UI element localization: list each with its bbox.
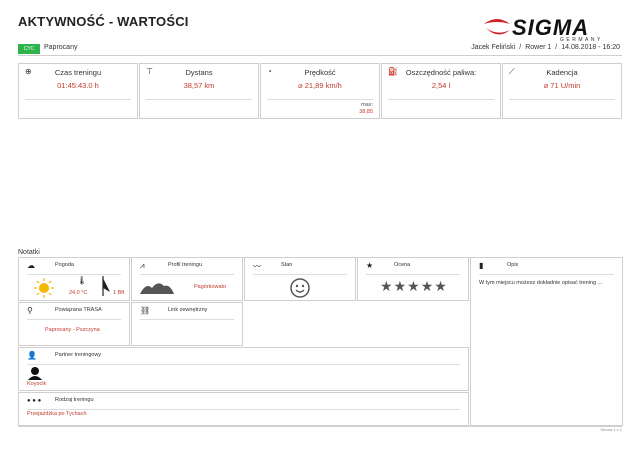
rating-star-icon: ★ — [380, 278, 394, 294]
logo-subtext: GERMANY — [560, 37, 603, 43]
rating-box: ★ Ocena ★★★★★ — [357, 257, 469, 301]
route-value[interactable]: Paprocany - Pszczyna — [45, 327, 100, 333]
page-title: AKTYWNOŚĆ - WARTOŚCI — [18, 14, 189, 29]
profile-box: ⩘ Profil treningu Pagórkowato — [131, 257, 243, 301]
training-type-value: Przejażdżka po Tychach — [27, 411, 87, 417]
dots-icon: ● ● ● — [27, 398, 42, 404]
document-icon: ▮ — [479, 261, 484, 270]
person-icon: 👤 — [27, 351, 37, 360]
speed-max-label: max: — [361, 102, 373, 108]
map-pin-icon: ⚲ — [27, 306, 33, 315]
activity-datetime: 14.08.2018 - 16:20 — [561, 44, 620, 51]
training-type-box: ● ● ● Rodzaj treningu Przejażdżka po Tyc… — [18, 392, 469, 426]
state-box: 〰 Stan — [244, 257, 356, 301]
temperature-value: 24,0 °C — [69, 290, 88, 296]
weather-box: ☁ Pogoda 🌡 24,0 °C 1 Bft — [18, 257, 130, 301]
profile-value: Pagórkowato — [194, 284, 227, 290]
wind-flag-icon — [102, 276, 110, 296]
partner-value[interactable]: Koyocik — [27, 381, 46, 387]
user-name: Jacek Feliński — [471, 44, 516, 51]
activity-meta: Jacek Feliński / Rower 1/14.08.2018 - 16:2… — [471, 44, 620, 51]
footer-divider — [18, 426, 622, 427]
cloud-icon: ☁ — [27, 261, 35, 270]
stat-cadence: ⟋ Kadencja ⌀ 71 U/min — [502, 63, 622, 119]
rating-star-icon: ★ — [393, 278, 408, 294]
bike-name: Rower 1 — [525, 44, 552, 51]
rating-star-icon: ★ — [407, 278, 421, 294]
header-divider — [18, 55, 622, 56]
stat-training-time: ⊕ Czas treningu 01:45:43.0 h — [18, 63, 138, 119]
sun-icon — [34, 278, 54, 298]
description-box: ▮ Opis W tym miejscu możesz dokładnie op… — [470, 257, 623, 426]
mood-wave-icon: 〰 — [253, 262, 261, 271]
stat-fuel-saving: ⛽ Oszczędność paliwa: 2,54 l — [381, 63, 501, 119]
stat-speed: ◔ Prędkość ⌀ 21,89 km/h max: 38,85 — [260, 63, 380, 119]
smiley-icon — [290, 278, 310, 298]
wind-value: 1 Bft — [113, 290, 125, 296]
external-link-box: ⛓ Link zewnętrzny — [131, 302, 243, 346]
sigma-logo: SIGMA GERMANY — [482, 14, 622, 44]
profile-chart-icon: ⩘ — [140, 261, 145, 270]
partner-avatar-icon — [28, 367, 42, 380]
rating-star-icon: ★ — [420, 278, 435, 294]
star-icon: ★ — [366, 261, 374, 270]
sigma-swoosh-icon — [484, 19, 510, 35]
stat-distance: ⊤ Dystans 38,57 km — [139, 63, 259, 119]
partner-box: 👤 Partner treningowy Koyocik — [18, 347, 469, 391]
route-box: ⚲ Powiązana TRASA Paprocany - Pszczyna — [18, 302, 130, 346]
page-number: Strona 1 z 1 — [600, 427, 622, 432]
thermometer-icon: 🌡 — [77, 276, 88, 285]
link-chain-icon: ⛓ — [140, 306, 151, 315]
rating-stars: ★★★★★ — [380, 278, 448, 295]
rating-star-icon: ★ — [434, 278, 448, 294]
activity-label: Paprocany — [44, 44, 78, 51]
cycling-activity-icon: CYC — [18, 44, 40, 54]
speed-max-value: 38,85 — [359, 109, 373, 115]
notes-title: Notatki — [18, 249, 40, 256]
description-text: W tym miejscu możesz dokładnie opisać tr… — [479, 280, 603, 286]
hills-icon — [140, 283, 174, 294]
